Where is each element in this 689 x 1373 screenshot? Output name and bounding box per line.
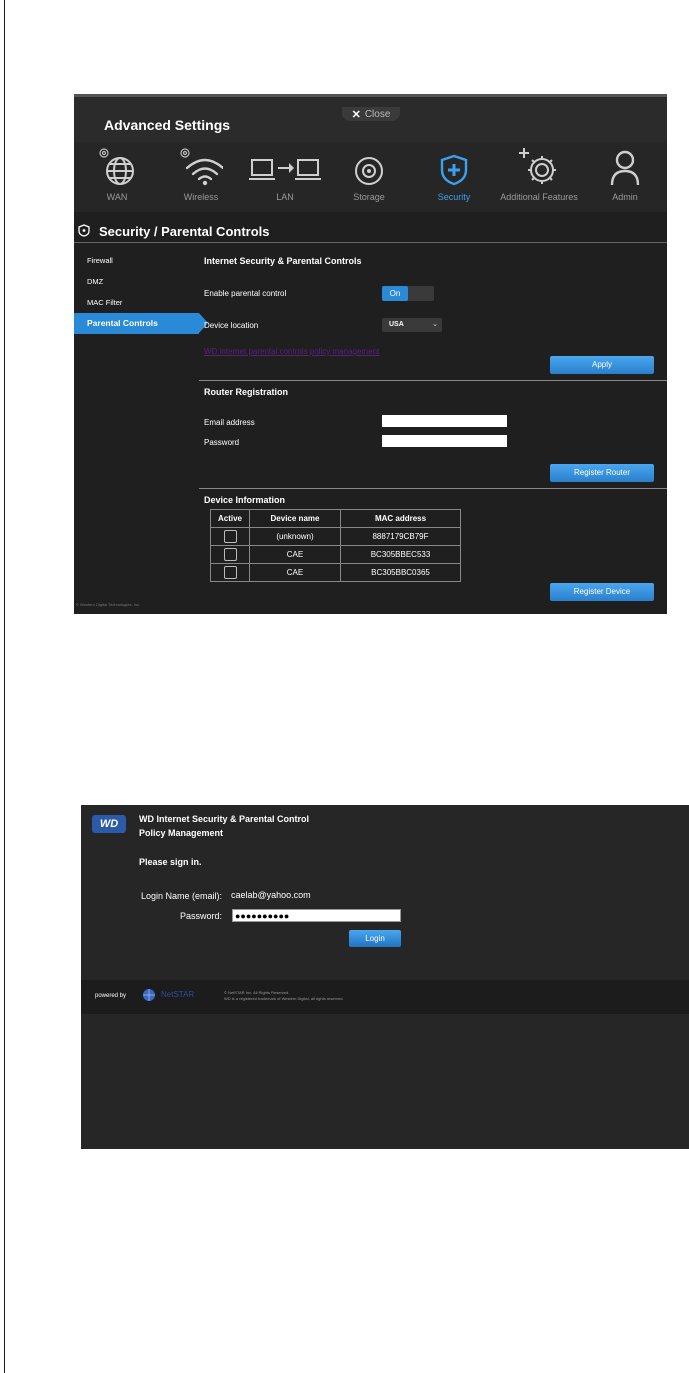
device-location-label: Device location <box>204 321 259 330</box>
sidebar: Firewall DMZ MAC Filter Parental Control… <box>74 250 208 334</box>
copyright-line2: WD is a registered trademark of Western … <box>224 996 344 1001</box>
close-button[interactable]: ✕ Close <box>342 107 400 121</box>
login-password-input[interactable]: ●●●●●●●●●● <box>232 909 401 922</box>
sidebar-item-mac-filter[interactable]: MAC Filter <box>74 292 199 313</box>
shield-icon <box>432 142 476 186</box>
active-checkbox[interactable] <box>223 548 237 561</box>
email-label: Email address <box>204 418 255 427</box>
password-label: Password <box>204 438 240 447</box>
sign-in-prompt: Please sign in. <box>139 857 202 867</box>
login-name-value: caelab@yahoo.com <box>231 890 311 900</box>
wd-policy-login-panel: WD WD Internet Security & Parental Contr… <box>81 805 689 1149</box>
panel-copyright: © Western Digital Technologies, Inc. <box>76 602 141 607</box>
login-name-label: Login Name (email): <box>141 891 223 901</box>
sidebar-item-firewall[interactable]: Firewall <box>74 250 199 271</box>
apply-button[interactable]: Apply <box>550 356 654 374</box>
device-table: Active Device name MAC address (unknown)… <box>210 509 461 582</box>
parental-control-toggle[interactable]: On <box>382 286 434 301</box>
divider-2 <box>199 488 667 489</box>
lan-icon <box>249 142 321 186</box>
register-router-button[interactable]: Register Router <box>550 464 654 482</box>
device-name-cell: CAE <box>249 563 341 582</box>
device-name-cell: (unknown) <box>249 527 341 546</box>
password-input[interactable] <box>382 435 507 447</box>
register-device-button[interactable]: Register Device <box>550 583 654 601</box>
wd-logo: WD <box>92 815 126 833</box>
active-cell <box>210 563 250 582</box>
active-cell <box>210 527 250 546</box>
nav-admin-label: Admin <box>612 192 638 202</box>
column-active: Active <box>210 509 250 528</box>
email-input[interactable] <box>382 415 507 427</box>
mac-address-cell: BC305BBC0365 <box>340 563 461 582</box>
nav-security[interactable]: Security <box>432 142 476 212</box>
storage-icon <box>349 142 389 186</box>
nav-wireless-label: Wireless <box>183 192 219 202</box>
nav-storage-label: Storage <box>353 192 385 202</box>
column-device-name: Device name <box>249 509 341 528</box>
nav-additional-features-label: Additional Features <box>500 192 578 202</box>
advanced-settings-panel: Advanced Settings ✕ Close WAN Wireless L… <box>74 94 667 614</box>
table-row: CAE BC305BBEC533 <box>210 545 461 564</box>
nav-wireless[interactable]: Wireless <box>177 142 225 212</box>
main-nav: WAN Wireless LAN Storage Security Additi… <box>74 142 667 212</box>
wd-footer: powered by NetSTAR © NetSTAR Inc. All Ri… <box>81 980 689 1014</box>
gear-plus-icon <box>496 142 582 186</box>
login-password-label: Password: <box>180 911 223 921</box>
column-mac-address: MAC address <box>340 509 461 528</box>
table-row: (unknown) 8887179CB79F <box>210 527 461 546</box>
nav-wan-label: WAN <box>106 192 128 202</box>
toggle-on-label: On <box>382 286 408 301</box>
sidebar-item-dmz[interactable]: DMZ <box>74 271 199 292</box>
wd-title-line2: Policy Management <box>139 828 224 838</box>
globe-icon <box>94 142 140 186</box>
login-button[interactable]: Login <box>349 930 401 947</box>
nav-lan[interactable]: LAN <box>249 142 321 212</box>
page-margin-rule <box>4 0 5 1373</box>
device-location-value: USA <box>389 321 404 328</box>
wifi-icon <box>177 142 225 186</box>
nav-wan[interactable]: WAN <box>94 142 140 212</box>
nav-security-label: Security <box>437 192 471 202</box>
wd-page-title: WD Internet Security & Parental Control … <box>139 812 309 840</box>
active-cell <box>210 545 250 564</box>
nav-additional-features[interactable]: Additional Features <box>496 142 582 212</box>
netstar-globe-icon <box>141 988 157 1007</box>
policy-management-link[interactable]: WD internet parental controls policy man… <box>204 347 379 356</box>
nav-lan-label: LAN <box>276 192 294 202</box>
mac-address-cell: 8887179CB79F <box>340 527 461 546</box>
section-shield-icon <box>78 224 90 242</box>
table-row: CAE BC305BBC0365 <box>210 563 461 582</box>
section-title: Security / Parental Controls <box>99 224 270 239</box>
router-registration-heading: Router Registration <box>204 387 289 397</box>
section-header: Security / Parental Controls <box>74 222 667 243</box>
nav-storage[interactable]: Storage <box>349 142 389 212</box>
active-checkbox[interactable] <box>223 530 237 543</box>
chevron-down-icon: ⌄ <box>432 321 438 328</box>
parental-heading: Internet Security & Parental Controls <box>204 256 362 266</box>
divider-1 <box>199 380 667 381</box>
close-icon: ✕ <box>351 108 361 121</box>
close-label: Close <box>364 108 391 120</box>
device-name-cell: CAE <box>249 545 341 564</box>
active-checkbox[interactable] <box>223 566 237 579</box>
nav-admin[interactable]: Admin <box>604 142 646 212</box>
mac-address-cell: BC305BBEC533 <box>340 545 461 564</box>
user-icon <box>604 142 646 186</box>
powered-by-label: powered by <box>95 993 127 999</box>
sidebar-item-parental-controls[interactable]: Parental Controls <box>74 313 208 334</box>
table-header-row: Active Device name MAC address <box>210 509 461 528</box>
device-information-heading: Device Information <box>204 495 286 505</box>
device-location-select[interactable]: USA ⌄ <box>382 318 442 332</box>
enable-parental-label: Enable parental control <box>204 289 287 298</box>
netstar-copyright: © NetSTAR Inc. All Rights Reserved. WD i… <box>224 990 344 1002</box>
netstar-logo: NetSTAR <box>161 990 195 999</box>
wd-title-line1: WD Internet Security & Parental Control <box>139 814 310 824</box>
panel-header: Advanced Settings ✕ Close <box>74 94 667 142</box>
panel-title: Advanced Settings <box>104 117 231 133</box>
